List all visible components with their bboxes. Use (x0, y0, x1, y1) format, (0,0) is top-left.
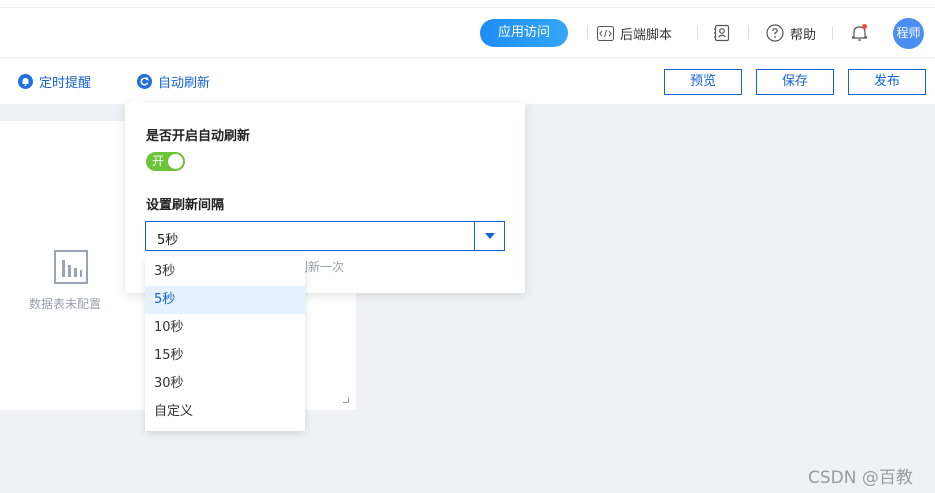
interval-option[interactable]: 3秒 (145, 258, 305, 286)
code-icon (597, 25, 614, 41)
auto-refresh-label: 自动刷新 (158, 75, 211, 91)
refresh-interval-select[interactable]: 5秒 (145, 221, 505, 251)
app-visit-button[interactable]: 应用访问 (480, 19, 568, 47)
widget-empty-text: 数据表未配置 (29, 297, 102, 311)
contacts-button[interactable] (713, 21, 737, 45)
bar-chart-icon (54, 250, 88, 284)
interval-option[interactable]: 30秒 (145, 370, 305, 398)
selected-interval: 5秒 (157, 233, 179, 248)
interval-option[interactable]: 自定义 (145, 398, 305, 426)
interval-option[interactable]: 5秒 (145, 286, 305, 314)
toggle-text: 开 (152, 154, 165, 168)
timed-reminder-button[interactable]: 定时提醒 (18, 71, 91, 91)
help-button[interactable]: 帮助 (766, 21, 816, 45)
app-header: 应用访问 后端脚本 帮助 程师 (0, 8, 935, 58)
preview-button[interactable]: 预览 (664, 69, 742, 95)
watermark: CSDN @百教 (808, 468, 913, 488)
header-divider (748, 26, 749, 40)
enable-auto-refresh-label: 是否开启自动刷新 (146, 129, 251, 144)
header-divider (832, 26, 833, 40)
popover-arrow (132, 96, 146, 103)
toggle-knob (168, 154, 183, 169)
refresh-interval-label: 设置刷新间隔 (146, 198, 225, 213)
top-strip (0, 0, 935, 8)
save-button[interactable]: 保存 (756, 69, 834, 95)
caret-down-icon[interactable] (474, 222, 504, 250)
auto-refresh-toggle[interactable]: 开 (146, 152, 185, 171)
backend-script-button[interactable]: 后端脚本 (597, 21, 672, 45)
refresh-icon (137, 73, 152, 89)
interval-option[interactable]: 15秒 (145, 342, 305, 370)
user-avatar[interactable]: 程师 (893, 18, 924, 49)
bell-icon (18, 73, 33, 89)
header-divider (587, 26, 588, 40)
backend-script-label: 后端脚本 (620, 27, 673, 43)
timed-reminder-label: 定时提醒 (39, 75, 92, 91)
question-circle-icon (766, 24, 784, 42)
notification-badge (862, 24, 867, 29)
header-divider (697, 26, 698, 40)
interval-dropdown: 3秒 5秒 10秒 15秒 30秒 自定义 (145, 256, 305, 431)
contact-card-icon (714, 24, 730, 42)
publish-button[interactable]: 发布 (848, 69, 926, 95)
resize-handle[interactable] (343, 397, 349, 403)
help-label: 帮助 (790, 27, 817, 43)
auto-refresh-button[interactable]: 自动刷新 (137, 71, 210, 91)
interval-option[interactable]: 10秒 (145, 314, 305, 342)
